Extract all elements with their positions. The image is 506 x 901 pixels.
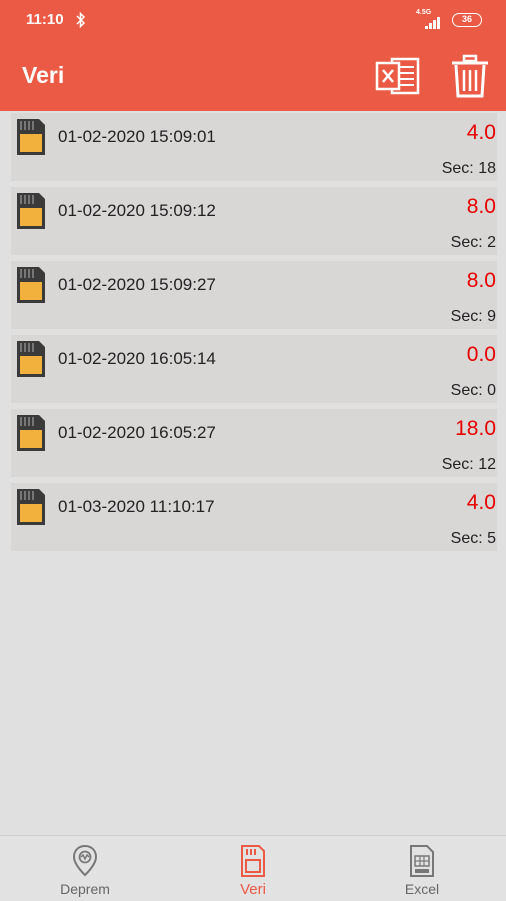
sd-card-icon — [17, 489, 45, 525]
nav-item-deprem[interactable]: Deprem — [25, 836, 145, 901]
battery-icon: 36 — [452, 13, 482, 27]
signal-icon — [425, 17, 440, 29]
list-item[interactable]: 01-02-2020 16:05:27 18.0 Sec: 12 — [11, 409, 497, 477]
record-seconds: Sec: 5 — [450, 530, 496, 547]
sd-card-icon — [17, 415, 45, 451]
list-item[interactable]: 01-02-2020 16:05:14 0.0 Sec: 0 — [11, 335, 497, 403]
network-type: 4.5G — [416, 9, 432, 16]
nav-item-veri[interactable]: Veri — [193, 836, 313, 901]
record-value: 4.0 — [466, 491, 496, 514]
record-seconds: Sec: 9 — [450, 308, 496, 325]
excel-export-icon[interactable] — [374, 55, 422, 97]
bottom-navigation: Deprem Veri Excel — [0, 835, 506, 901]
list-item[interactable]: 01-02-2020 15:09:27 8.0 Sec: 9 — [11, 261, 497, 329]
location-pin-icon — [72, 844, 98, 877]
delete-icon[interactable] — [448, 53, 492, 99]
bluetooth-icon — [76, 11, 86, 29]
xls-file-icon — [410, 845, 434, 877]
record-seconds: Sec: 18 — [441, 160, 496, 177]
record-value: 8.0 — [466, 195, 496, 218]
record-date: 01-02-2020 15:09:01 — [58, 127, 216, 146]
record-date: 01-03-2020 11:10:17 — [58, 497, 215, 516]
record-seconds: Sec: 12 — [441, 456, 496, 473]
sd-card-icon — [241, 845, 265, 877]
record-seconds: Sec: 2 — [450, 234, 496, 251]
battery-level: 36 — [461, 14, 472, 24]
record-value: 4.0 — [466, 121, 496, 144]
record-value: 8.0 — [466, 269, 496, 292]
nav-item-excel[interactable]: Excel — [362, 836, 482, 901]
nav-label: Excel — [404, 881, 440, 897]
record-date: 01-02-2020 16:05:14 — [58, 349, 216, 368]
record-value: 18.0 — [455, 417, 496, 440]
sd-card-icon — [17, 193, 45, 229]
status-time: 11:10 — [26, 11, 64, 28]
list-item[interactable]: 01-02-2020 15:09:12 8.0 Sec: 2 — [11, 187, 497, 255]
sd-card-icon — [17, 119, 45, 155]
nav-label: Deprem — [60, 881, 110, 897]
record-date: 01-02-2020 15:09:27 — [58, 275, 216, 294]
sd-card-icon — [17, 341, 45, 377]
records-list: 01-02-2020 15:09:01 4.0 Sec: 18 01-02-20… — [11, 113, 497, 557]
list-item[interactable]: 01-02-2020 15:09:01 4.0 Sec: 18 — [11, 113, 497, 181]
status-bar: 11:10 4.5G 36 — [0, 0, 506, 40]
record-value: 0.0 — [466, 343, 496, 366]
page-title: Veri — [22, 62, 65, 88]
list-item[interactable]: 01-03-2020 11:10:17 4.0 Sec: 5 — [11, 483, 497, 551]
nav-label: Veri — [240, 881, 266, 898]
app-bar: Veri — [0, 40, 506, 111]
record-date: 01-02-2020 15:09:12 — [58, 201, 216, 220]
record-date: 01-02-2020 16:05:27 — [58, 423, 216, 442]
sd-card-icon — [17, 267, 45, 303]
record-seconds: Sec: 0 — [450, 382, 496, 399]
